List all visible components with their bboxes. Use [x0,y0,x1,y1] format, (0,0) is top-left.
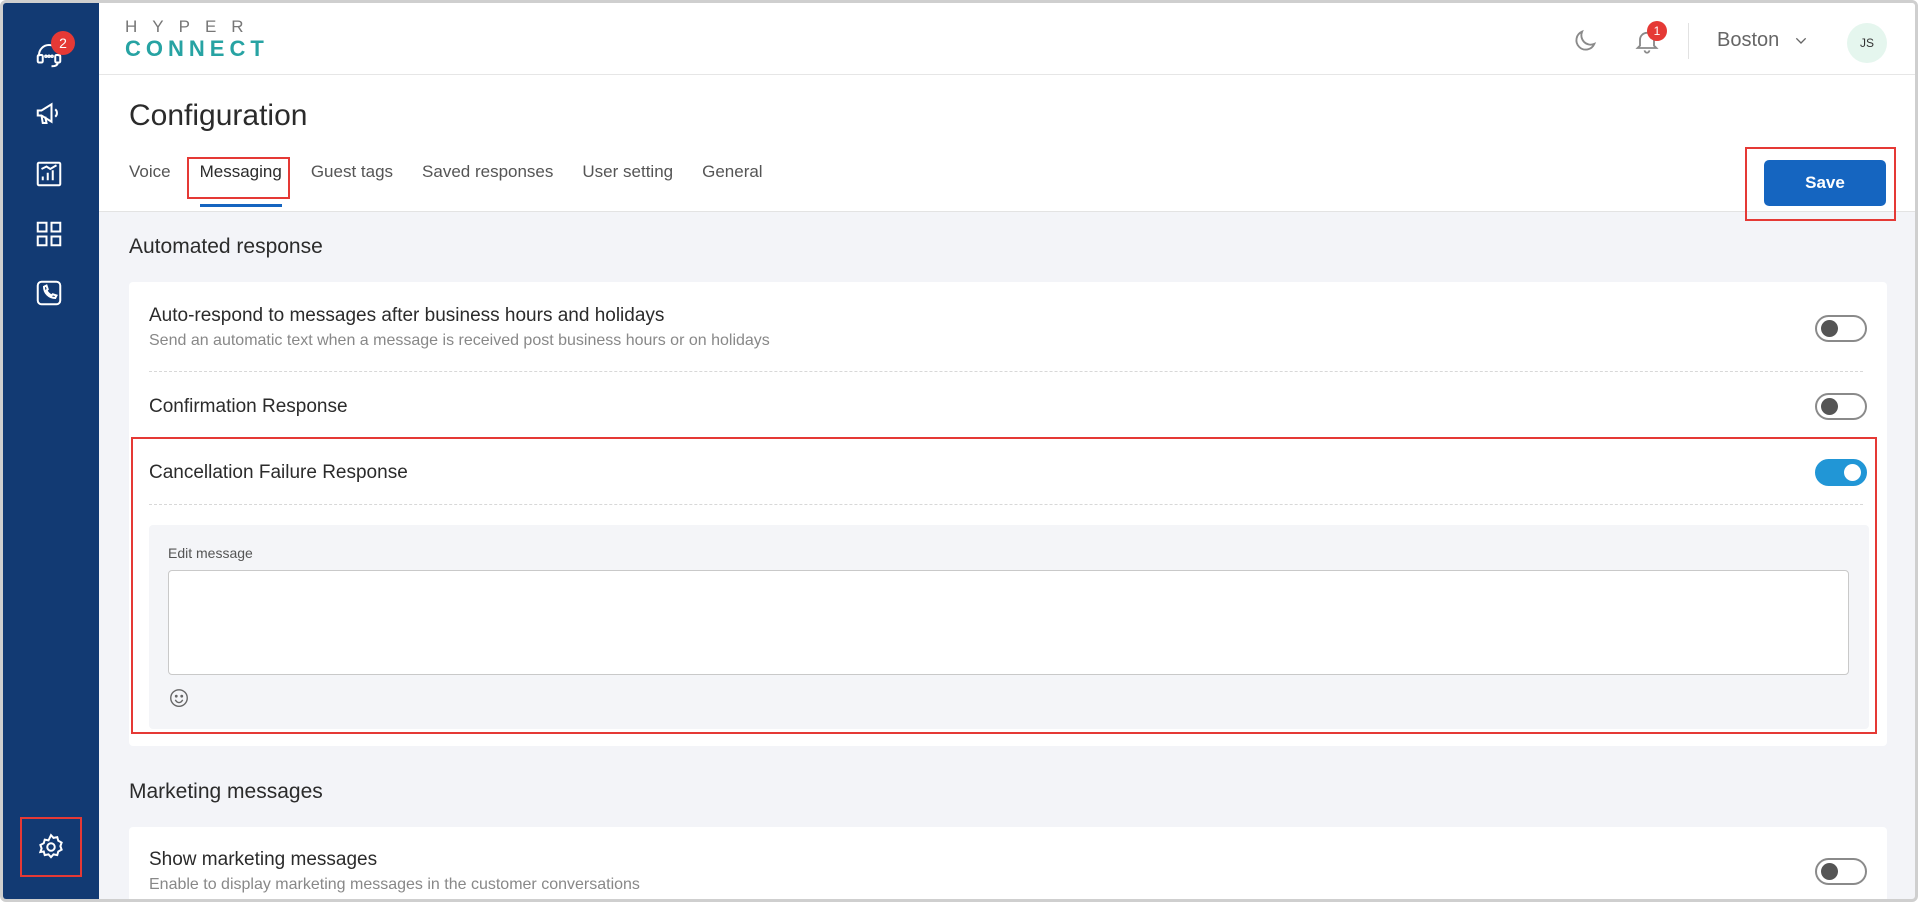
settings-highlight [20,817,82,877]
show-marketing-toggle[interactable] [1815,858,1867,885]
sidebar-item-calls[interactable] [27,271,71,315]
page-header: Configuration Voice Messaging Guest tags… [99,75,1915,212]
tab-user-setting[interactable]: User setting [582,158,673,208]
auto-respond-subtitle: Send an automatic text when a message is… [149,332,770,349]
avatar[interactable]: JS [1847,23,1887,63]
marketing-messages-title: Marketing messages [129,780,323,803]
report-icon [36,161,62,187]
tab-general[interactable]: General [702,158,762,208]
save-button[interactable]: Save [1764,160,1886,206]
logo-top-text: HYPER [125,17,259,36]
gear-icon [38,833,63,859]
row-divider [149,371,1863,372]
logo-bottom-text: CONNECT [125,36,269,61]
sidebar-item-settings[interactable] [29,825,73,869]
active-tab-underline [199,204,282,207]
marketing-card: Show marketing messages Enable to displa… [129,827,1887,899]
moon-icon [1575,29,1597,51]
dashboard-icon [36,221,62,247]
tab-saved-responses[interactable]: Saved responses [422,158,553,208]
top-divider [1688,23,1689,59]
sidebar: 2 [3,3,99,899]
location-label: Boston [1717,29,1780,51]
top-bar: HYPER CONNECT 1 Boston JS [99,3,1915,75]
support-badge: 2 [51,31,75,55]
app-window: 2 HYPER CONNECT 1 Boston JS Configuratio… [0,0,1918,902]
confirmation-response-toggle[interactable] [1815,393,1867,420]
show-marketing-subtitle: Enable to display marketing messages in … [149,876,640,893]
page-title: Configuration [129,99,308,132]
auto-respond-toggle[interactable] [1815,315,1867,342]
toggle-knob [1821,863,1838,880]
toggle-knob [1821,320,1838,337]
location-selector[interactable]: Boston [1717,29,1809,52]
phone-icon [36,280,62,306]
notification-badge: 1 [1647,21,1667,41]
notifications-button[interactable]: 1 [1629,21,1667,59]
auto-respond-title: Auto-respond to messages after business … [149,305,665,326]
app-logo: HYPER CONNECT [125,17,269,61]
tab-voice[interactable]: Voice [129,158,171,208]
confirmation-response-title: Confirmation Response [149,396,348,417]
dark-mode-toggle[interactable] [1567,23,1603,59]
megaphone-icon [36,102,58,124]
toggle-knob [1821,398,1838,415]
messaging-tab-highlight [187,157,290,199]
sidebar-item-reports[interactable] [27,152,71,196]
sidebar-item-campaigns[interactable] [27,91,71,135]
sidebar-item-dashboard[interactable] [27,212,71,256]
automated-response-title: Automated response [129,235,323,258]
show-marketing-title: Show marketing messages [149,849,378,870]
tab-guest-tags[interactable]: Guest tags [311,158,393,208]
sidebar-item-support[interactable]: 2 [27,31,75,77]
cancellation-failure-highlight [131,437,1877,734]
chevron-down-icon [1796,37,1807,44]
